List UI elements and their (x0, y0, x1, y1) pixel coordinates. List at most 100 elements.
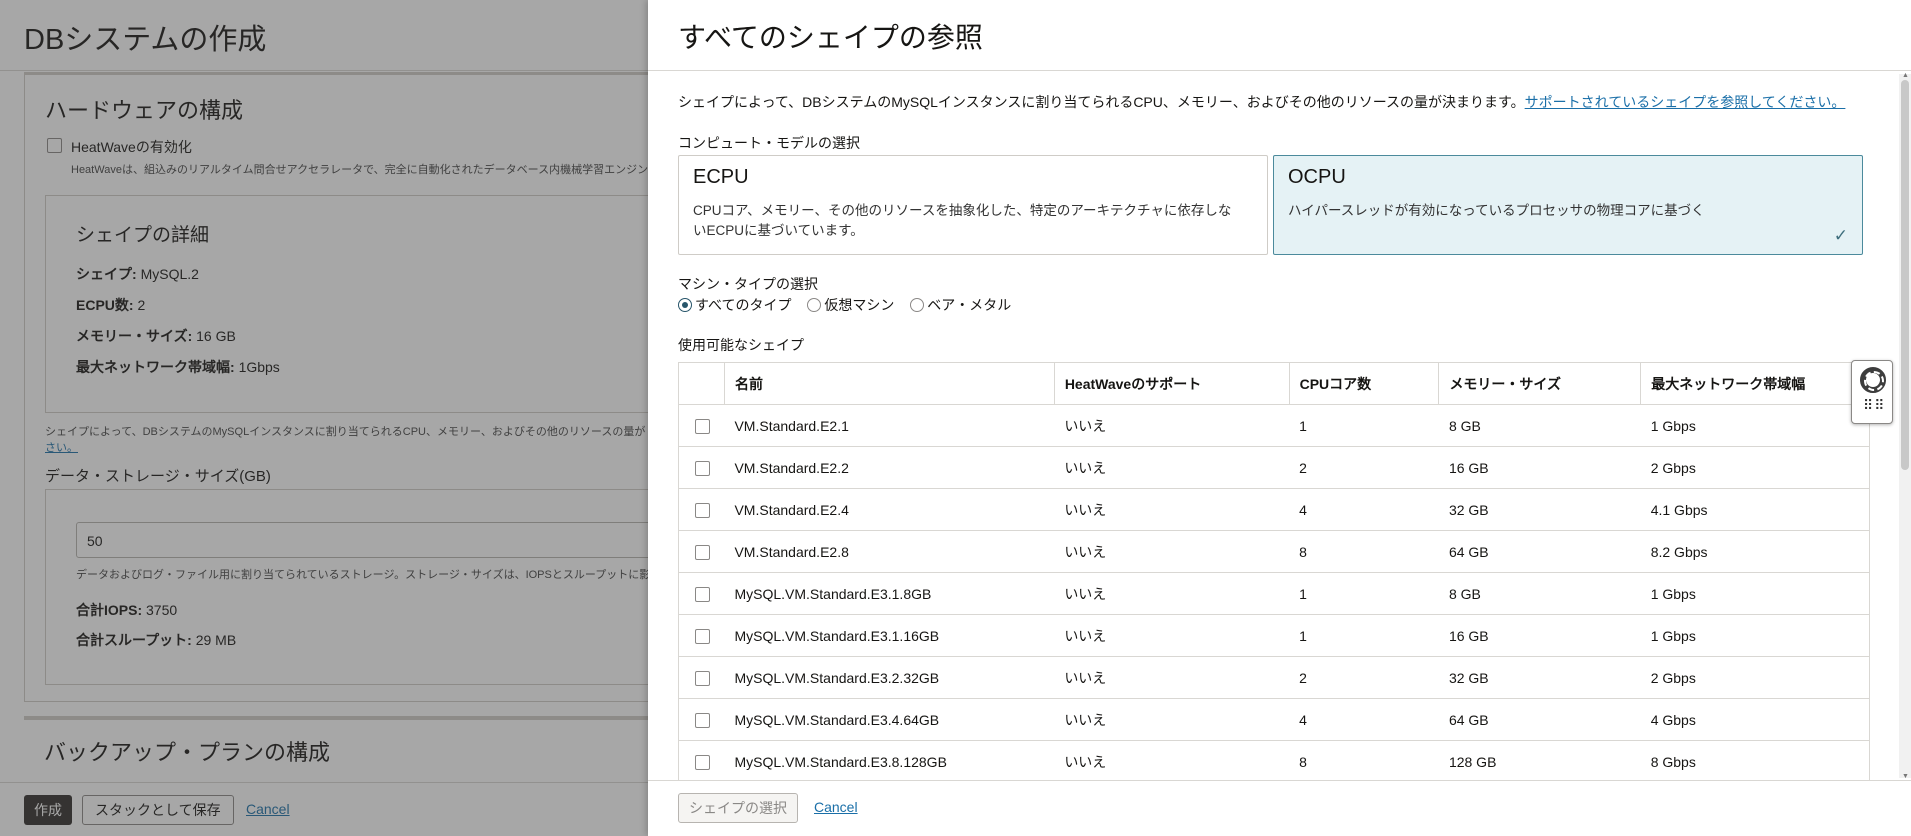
memory-size-cell: 16 GB (1438, 614, 1641, 657)
available-shapes-label: 使用可能なシェイプ (678, 337, 804, 353)
table-header-row: 名前 HeatWaveのサポート CPUコア数 メモリー・サイズ 最大ネットワー… (678, 362, 1870, 405)
memory-size-cell: 8 GB (1438, 572, 1641, 615)
shape-name-cell: VM.Standard.E2.1 (724, 404, 1055, 447)
radio-virtual-machine[interactable]: 仮想マシン (807, 295, 894, 315)
memory-size-cell: 128 GB (1438, 740, 1641, 780)
cpu-cores-cell: 4 (1289, 698, 1439, 741)
machine-type-radio-group: すべてのタイプ 仮想マシン ベア・メタル (678, 295, 1023, 315)
row-select-cell (678, 698, 725, 741)
table-row[interactable]: VM.Standard.E2.8 いいえ 8 64 GB 8.2 Gbps (678, 530, 1870, 573)
cpu-cores-cell: 4 (1289, 488, 1439, 531)
drawer-scrollbar[interactable]: ▲ ▼ (1899, 72, 1911, 780)
cpu-cores-cell: 1 (1289, 614, 1439, 657)
ecpu-card-description: CPUコア、メモリー、その他のリソースを抽象化した、特定のアーキテクチャに依存し… (693, 203, 1232, 238)
table-row[interactable]: VM.Standard.E2.1 いいえ 1 8 GB 1 Gbps (678, 404, 1870, 447)
radio-all-types[interactable]: すべてのタイプ (678, 295, 791, 315)
modal-overlay[interactable] (0, 0, 648, 836)
table-row[interactable]: MySQL.VM.Standard.E3.1.8GB いいえ 1 8 GB 1 Gbps (678, 572, 1870, 615)
row-checkbox[interactable] (695, 712, 710, 728)
drawer-footer: シェイプの選択 Cancel (648, 780, 1911, 836)
drag-grip-icon[interactable]: ⠿⠿ (1863, 398, 1886, 412)
radio-bare-metal[interactable]: ベア・メタル (910, 295, 1011, 315)
shape-name-cell: MySQL.VM.Standard.E3.1.8GB (724, 572, 1055, 615)
row-checkbox[interactable] (695, 670, 710, 686)
select-column-header (678, 362, 725, 405)
heatwave-support-cell: いいえ (1054, 740, 1290, 780)
compute-model-label: コンピュート・モデルの選択 (678, 135, 860, 151)
network-bandwidth-cell: 1 Gbps (1640, 404, 1870, 447)
shape-name-cell: VM.Standard.E2.8 (724, 530, 1055, 573)
row-checkbox[interactable] (695, 460, 710, 476)
network-bandwidth-cell: 2 Gbps (1640, 656, 1870, 699)
memory-size-cell: 64 GB (1438, 530, 1641, 573)
ocpu-card-title: OCPU (1288, 166, 1346, 188)
table-row[interactable]: MySQL.VM.Standard.E3.4.64GB いいえ 4 64 GB 4 Gb… (678, 698, 1870, 741)
table-row[interactable]: VM.Standard.E2.4 いいえ 4 32 GB 4.1 Gbps (678, 488, 1870, 531)
radio-bare-metal-label: ベア・メタル (927, 297, 1012, 313)
intro-description: シェイプによって、DBシステムのMySQLインスタンスに割り当てられるCPU、メ… (678, 94, 1525, 110)
ecpu-card-title: ECPU (693, 166, 749, 188)
shapes-table: 名前 HeatWaveのサポート CPUコア数 メモリー・サイズ 最大ネットワー… (678, 362, 1870, 780)
memory-size-cell: 32 GB (1438, 656, 1641, 699)
ecpu-card[interactable]: ECPU CPUコア、メモリー、その他のリソースを抽象化した、特定のアーキテクチ… (678, 155, 1268, 255)
row-select-cell (678, 530, 725, 573)
scrollbar-thumb[interactable] (1901, 80, 1909, 470)
column-header-memory[interactable]: メモリー・サイズ (1438, 362, 1642, 405)
lifebuoy-icon (1860, 367, 1886, 393)
drawer-cancel-link[interactable]: Cancel (814, 799, 858, 815)
column-header-name[interactable]: 名前 (723, 362, 1055, 405)
heatwave-support-cell: いいえ (1054, 572, 1290, 615)
heatwave-support-cell: いいえ (1054, 656, 1290, 699)
drawer-header: すべてのシェイプの参照 (648, 0, 1911, 71)
cpu-cores-cell: 2 (1289, 446, 1439, 489)
checkmark-icon: ✓ (1833, 226, 1848, 245)
supported-shapes-link[interactable]: サポートされているシェイプを参照してください。 (1525, 94, 1846, 110)
table-row[interactable]: VM.Standard.E2.2 いいえ 2 16 GB 2 Gbps (678, 446, 1870, 489)
radio-unselected-icon (807, 298, 822, 312)
shape-name-cell: MySQL.VM.Standard.E3.4.64GB (724, 698, 1055, 741)
shape-name-cell: VM.Standard.E2.2 (724, 446, 1055, 489)
memory-size-cell: 32 GB (1438, 488, 1641, 531)
row-select-cell (678, 740, 725, 780)
drawer-title: すべてのシェイプの参照 (678, 22, 983, 53)
drawer-body: シェイプによって、DBシステムのMySQLインスタンスに割り当てられるCPU、メ… (648, 72, 1911, 780)
heatwave-support-cell: いいえ (1054, 698, 1290, 741)
shape-name-cell: MySQL.VM.Standard.E3.8.128GB (724, 740, 1055, 780)
row-checkbox[interactable] (695, 586, 710, 602)
row-checkbox[interactable] (695, 628, 710, 644)
scroll-up-icon[interactable]: ▲ (1902, 72, 1909, 79)
row-select-cell (678, 404, 725, 447)
table-row[interactable]: MySQL.VM.Standard.E3.1.16GB いいえ 1 16 GB 1 Gb… (678, 614, 1870, 657)
cpu-cores-cell: 1 (1289, 572, 1439, 615)
table-row[interactable]: MySQL.VM.Standard.E3.2.32GB いいえ 2 32 GB 2 Gb… (678, 656, 1870, 699)
table-row[interactable]: MySQL.VM.Standard.E3.8.128GB いいえ 8 128 GB 8 … (678, 740, 1870, 780)
cpu-cores-cell: 1 (1289, 404, 1439, 447)
memory-size-cell: 16 GB (1438, 446, 1641, 489)
intro-text: シェイプによって、DBシステムのMySQLインスタンスに割り当てられるCPU、メ… (678, 92, 1845, 112)
network-bandwidth-cell: 4.1 Gbps (1640, 488, 1870, 531)
row-checkbox[interactable] (695, 418, 710, 434)
radio-selected-icon (678, 298, 692, 312)
help-widget[interactable]: ⠿⠿ (1851, 360, 1893, 424)
scroll-down-icon[interactable]: ▼ (1902, 773, 1909, 780)
column-header-heatwave[interactable]: HeatWaveのサポート (1053, 362, 1290, 405)
network-bandwidth-cell: 2 Gbps (1640, 446, 1870, 489)
heatwave-support-cell: いいえ (1054, 488, 1290, 531)
row-checkbox[interactable] (695, 544, 710, 560)
shape-name-cell: MySQL.VM.Standard.E3.2.32GB (724, 656, 1055, 699)
column-header-cpu-cores[interactable]: CPUコア数 (1288, 362, 1440, 405)
column-header-network[interactable]: 最大ネットワーク帯域幅 (1640, 362, 1870, 405)
row-checkbox[interactable] (695, 754, 710, 770)
cpu-cores-cell: 8 (1289, 530, 1439, 573)
network-bandwidth-cell: 1 Gbps (1640, 614, 1870, 657)
ocpu-card[interactable]: OCPU ハイパースレッドが有効になっているプロセッサの物理コアに基づく ✓ (1273, 155, 1863, 255)
select-shape-button[interactable]: シェイプの選択 (678, 793, 798, 823)
row-select-cell (678, 446, 725, 489)
heatwave-support-cell: いいえ (1054, 530, 1290, 573)
row-select-cell (678, 488, 725, 531)
heatwave-support-cell: いいえ (1054, 614, 1290, 657)
radio-unselected-icon (910, 298, 925, 312)
network-bandwidth-cell: 4 Gbps (1640, 698, 1870, 741)
browse-shapes-drawer: すべてのシェイプの参照 シェイプによって、DBシステムのMySQLインスタンスに… (648, 0, 1911, 836)
row-checkbox[interactable] (695, 502, 710, 518)
